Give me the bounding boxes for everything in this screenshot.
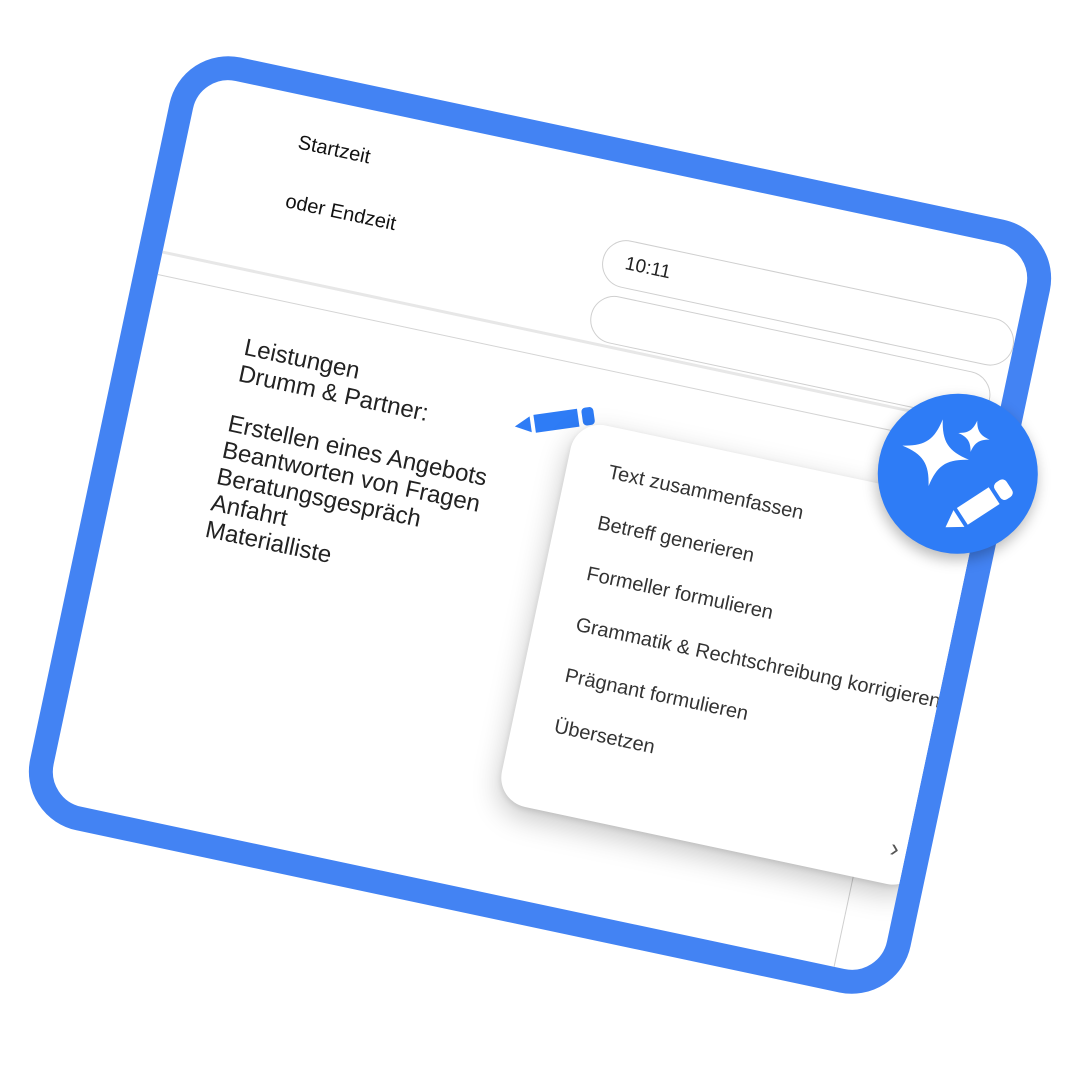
menu-item-more-formal[interactable]: Formeller formulieren xyxy=(584,563,775,625)
ai-assistant-button[interactable] xyxy=(862,378,1053,569)
chevron-right-icon[interactable]: › xyxy=(887,832,903,864)
menu-item-summarize[interactable]: Text zusammenfassen xyxy=(606,461,805,525)
end-time-label: oder Endzeit xyxy=(283,190,398,236)
app-window: Startzeit oder Endzeit 10:11 Leistungen … xyxy=(17,45,1063,1005)
menu-item-concise[interactable]: Prägnant formulieren xyxy=(563,665,750,726)
menu-item-translate[interactable]: Übersetzen xyxy=(552,716,657,760)
services-text[interactable]: Leistungen Drumm & Partner: Erstellen ei… xyxy=(203,334,506,597)
start-time-label: Startzeit xyxy=(295,131,373,169)
menu-item-generate-subject[interactable]: Betreff generieren xyxy=(595,512,756,568)
sparkles-pencil-icon xyxy=(902,419,1013,528)
